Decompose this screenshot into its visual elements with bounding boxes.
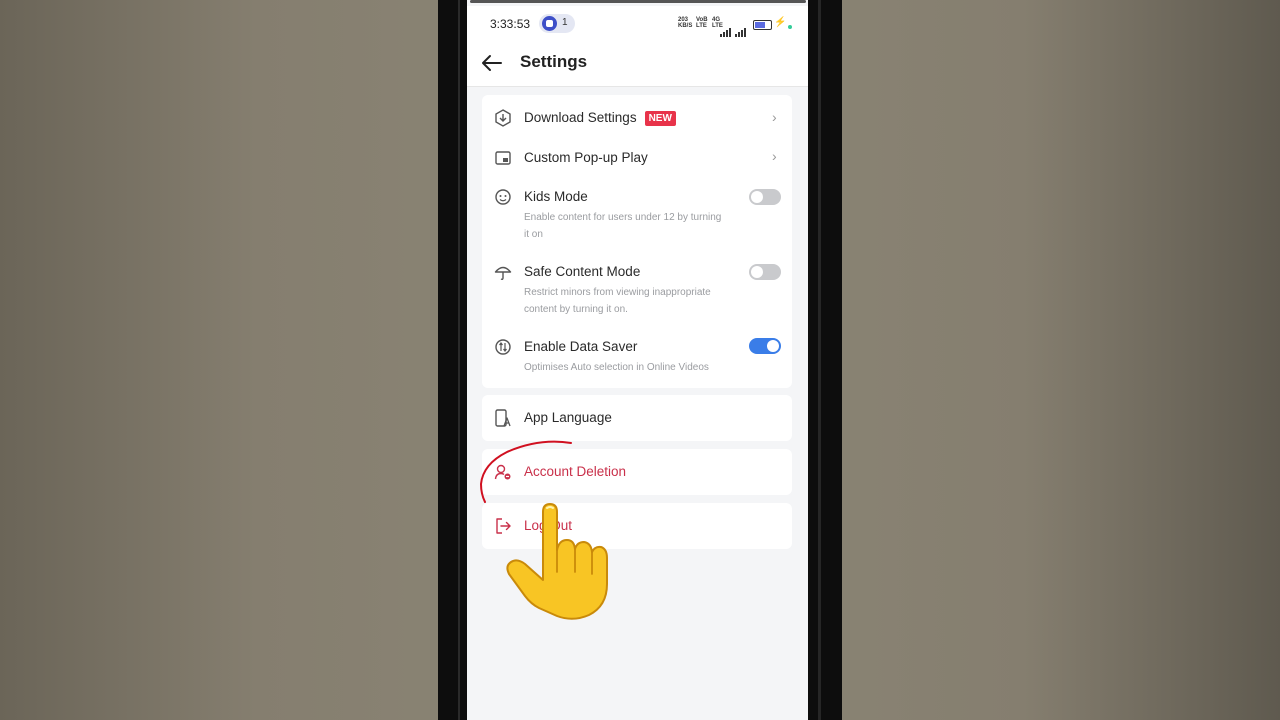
sim1-label-bottom: LTE — [696, 23, 707, 29]
safe-content-description: Restrict minors from viewing inappropria… — [524, 287, 711, 315]
safe-content-toggle[interactable] — [749, 264, 781, 280]
data-saver-label: Enable Data Saver — [524, 339, 638, 354]
download-shield-icon — [495, 109, 511, 127]
phone-edge-left — [458, 0, 460, 720]
signal-1-icon — [720, 19, 732, 37]
net-speed-indicator: 203 KB/S — [678, 17, 692, 29]
safe-content-label: Safe Content Mode — [524, 264, 641, 279]
phone-edge-right — [818, 0, 821, 720]
signal-2-icon — [735, 19, 747, 37]
picture-in-picture-icon — [495, 151, 511, 165]
data-saver-icon — [495, 339, 511, 355]
app-language-row[interactable]: App Language — [482, 395, 792, 441]
kids-mode-description: Enable content for users under 12 by tur… — [524, 212, 722, 240]
language-phone-icon — [495, 409, 511, 427]
screen-top-highlight — [470, 0, 806, 3]
privacy-dot-icon — [788, 25, 792, 29]
status-bar: 3:33:53 1 203 KB/S VoB LTE 4G LTE ⚡ — [467, 6, 808, 40]
chevron-right-icon: › — [772, 148, 777, 164]
settings-card: Download Settings NEW › Custom Pop-up Pla… — [482, 95, 792, 388]
notification-pill[interactable]: 1 — [539, 14, 575, 33]
app-language-label: App Language — [524, 410, 612, 425]
kids-mode-toggle[interactable] — [749, 189, 781, 205]
kids-face-icon — [495, 189, 511, 205]
download-settings-label: Download Settings NEW — [524, 110, 676, 126]
top-app-bar: Settings — [467, 40, 808, 87]
pointing-hand-icon — [506, 503, 608, 620]
notification-count: 1 — [562, 17, 568, 28]
popup-play-label: Custom Pop-up Play — [524, 150, 648, 165]
data-saver-toggle[interactable] — [749, 338, 781, 354]
umbrella-icon — [494, 266, 512, 281]
kids-mode-label: Kids Mode — [524, 189, 588, 204]
data-saver-description: Optimises Auto selection in Online Video… — [524, 362, 709, 373]
sim1-label: VoB LTE — [696, 17, 708, 29]
phone-screen: 3:33:53 1 203 KB/S VoB LTE 4G LTE ⚡ Sett… — [467, 0, 808, 720]
charging-bolt-icon: ⚡ — [774, 17, 787, 28]
battery-icon — [753, 20, 772, 30]
download-settings-text: Download Settings — [524, 110, 637, 125]
net-speed-unit: KB/S — [678, 23, 693, 29]
chevron-right-icon: › — [772, 109, 777, 125]
status-time: 3:33:53 — [490, 17, 531, 31]
page-title: Settings — [520, 52, 588, 71]
new-badge: NEW — [644, 111, 676, 126]
app-notification-icon — [542, 16, 557, 31]
arrow-left-icon[interactable] — [481, 53, 503, 73]
